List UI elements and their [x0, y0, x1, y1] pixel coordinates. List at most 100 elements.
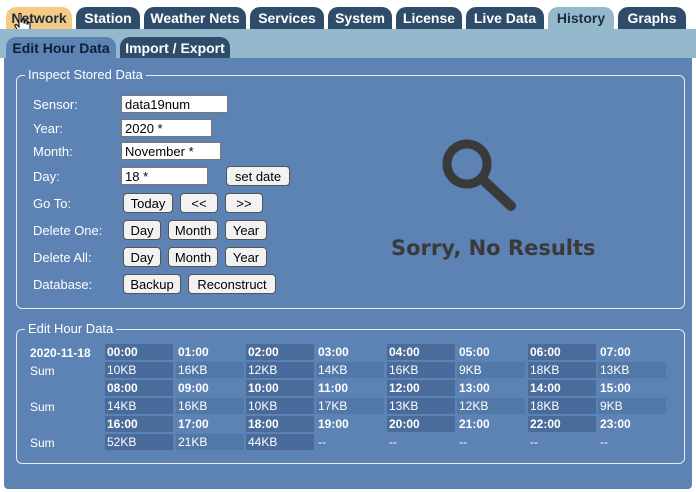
- hour-cell[interactable]: 15:00: [598, 380, 666, 396]
- set-date-button[interactable]: set date: [226, 166, 290, 186]
- delete-all-month-button[interactable]: Month: [168, 247, 218, 267]
- hour-size-cell: 12KB: [246, 362, 314, 378]
- delete-one-label: Delete One:: [33, 223, 103, 238]
- hour-size-cell: 12KB: [457, 398, 525, 414]
- sub-tab-bar: Edit Hour Data Import / Export: [0, 29, 696, 58]
- tab-label: Station: [84, 10, 132, 26]
- tab-label: Import / Export: [125, 39, 225, 56]
- inspect-stored-data-fieldset: Inspect Stored Data Sensor: data19num Ye…: [16, 67, 685, 309]
- hour-size-cell: 44KB: [246, 434, 314, 450]
- hour-size-cell: --: [459, 435, 467, 449]
- hour-cell[interactable]: 23:00: [598, 416, 666, 432]
- delete-one-month-button[interactable]: Month: [168, 220, 218, 240]
- edit-hour-data-fieldset: Edit Hour Data 2020-11-18 Sum 00:00 10KB 01:…: [16, 321, 685, 464]
- sensor-value: data19num: [125, 96, 191, 112]
- sensor-select[interactable]: data19num: [121, 95, 228, 113]
- database-label: Database:: [33, 277, 93, 292]
- magnifier-icon: [442, 139, 516, 211]
- day-value: 18 *: [125, 168, 149, 184]
- hour-cell[interactable]: 20:00: [387, 416, 455, 432]
- hour-size-cell: --: [389, 435, 397, 449]
- reconstruct-button[interactable]: Reconstruct: [188, 274, 276, 294]
- tab-weather-nets[interactable]: Weather Nets: [144, 7, 246, 29]
- hour-cell[interactable]: 11:00: [316, 380, 384, 396]
- year-label: Year:: [33, 121, 63, 136]
- month-label: Month:: [33, 144, 73, 159]
- tab-graphs[interactable]: Graphs: [618, 7, 686, 29]
- hour-cell[interactable]: 10:00: [246, 380, 314, 396]
- hour-cell[interactable]: 00:00: [105, 344, 173, 360]
- hour-size-cell: 17KB: [316, 398, 384, 414]
- sum-label: Sum: [30, 436, 55, 450]
- fieldset-legend: Edit Hour Data: [25, 321, 117, 336]
- hour-cell[interactable]: 22:00: [528, 416, 596, 432]
- tab-services[interactable]: Services: [250, 7, 324, 29]
- hour-cell[interactable]: 14:00: [528, 380, 596, 396]
- hour-cell[interactable]: 03:00: [316, 344, 384, 360]
- goto-today-button[interactable]: Today: [123, 193, 173, 213]
- goto-label: Go To:: [33, 196, 72, 211]
- hour-cell[interactable]: 08:00: [105, 380, 173, 396]
- hour-size-cell: 16KB: [387, 362, 455, 378]
- tab-label: License: [402, 10, 456, 26]
- month-select[interactable]: November *: [121, 142, 221, 160]
- hour-size-cell: 9KB: [598, 398, 666, 414]
- month-value: November *: [125, 143, 194, 159]
- hour-cell[interactable]: 09:00: [176, 380, 244, 396]
- hour-size-cell: 9KB: [457, 362, 525, 378]
- hour-size-cell: 10KB: [105, 362, 173, 378]
- day-select[interactable]: 18 *: [121, 167, 208, 185]
- tab-label: Live Data: [473, 10, 537, 26]
- tab-label: Services: [258, 10, 316, 26]
- tab-history[interactable]: History: [548, 7, 614, 29]
- hour-cell[interactable]: 07:00: [598, 344, 666, 360]
- hour-size-cell: 18KB: [528, 398, 596, 414]
- tab-station[interactable]: Station: [76, 7, 140, 29]
- year-select[interactable]: 2020 *: [121, 119, 212, 137]
- tab-label: History: [556, 10, 606, 26]
- tab-import-export[interactable]: Import / Export: [120, 37, 230, 58]
- hour-size-cell: 16KB: [176, 362, 244, 378]
- goto-previous-button[interactable]: <<: [180, 193, 218, 213]
- hour-cell[interactable]: 05:00: [457, 344, 525, 360]
- day-label: Day:: [33, 169, 60, 184]
- sum-label: Sum: [30, 400, 55, 414]
- hour-size-cell: 13KB: [598, 362, 666, 378]
- hour-cell[interactable]: 18:00: [246, 416, 314, 432]
- hour-cell[interactable]: 02:00: [246, 344, 314, 360]
- hour-cell[interactable]: 19:00: [316, 416, 384, 432]
- hour-size-cell: 52KB: [105, 434, 173, 450]
- hour-size-cell: 13KB: [387, 398, 455, 414]
- tab-system[interactable]: System: [328, 7, 392, 29]
- hour-size-cell: --: [600, 435, 608, 449]
- sensor-label: Sensor:: [33, 97, 78, 112]
- goto-next-button[interactable]: >>: [225, 193, 263, 213]
- hour-cell[interactable]: 01:00: [176, 344, 244, 360]
- tab-label: Graphs: [627, 10, 677, 26]
- delete-all-label: Delete All:: [33, 250, 92, 265]
- hour-cell[interactable]: 04:00: [387, 344, 455, 360]
- delete-one-year-button[interactable]: Year: [225, 220, 267, 240]
- hour-cell[interactable]: 12:00: [387, 380, 455, 396]
- tab-license[interactable]: License: [396, 7, 462, 29]
- hour-size-cell: 16KB: [176, 398, 244, 414]
- hour-size-cell: 14KB: [105, 398, 173, 414]
- delete-one-day-button[interactable]: Day: [123, 220, 161, 240]
- delete-all-year-button[interactable]: Year: [225, 247, 267, 267]
- hour-size-cell: 18KB: [528, 362, 596, 378]
- hour-cell[interactable]: 13:00: [457, 380, 525, 396]
- hour-cell[interactable]: 06:00: [528, 344, 596, 360]
- backup-button[interactable]: Backup: [123, 274, 181, 294]
- date-label: 2020-11-18: [30, 346, 91, 360]
- year-value: 2020 *: [125, 120, 163, 136]
- delete-all-day-button[interactable]: Day: [123, 247, 161, 267]
- hour-cell[interactable]: 16:00: [105, 416, 173, 432]
- hour-cell[interactable]: 17:00: [176, 416, 244, 432]
- hour-size-cell: --: [318, 435, 326, 449]
- hour-size-cell: --: [530, 435, 538, 449]
- tab-edit-hour-data[interactable]: Edit Hour Data: [6, 37, 116, 58]
- tab-live-data[interactable]: Live Data: [466, 7, 544, 29]
- hour-size-cell: 21KB: [176, 434, 244, 450]
- tab-label: System: [335, 10, 385, 26]
- hour-cell[interactable]: 21:00: [457, 416, 525, 432]
